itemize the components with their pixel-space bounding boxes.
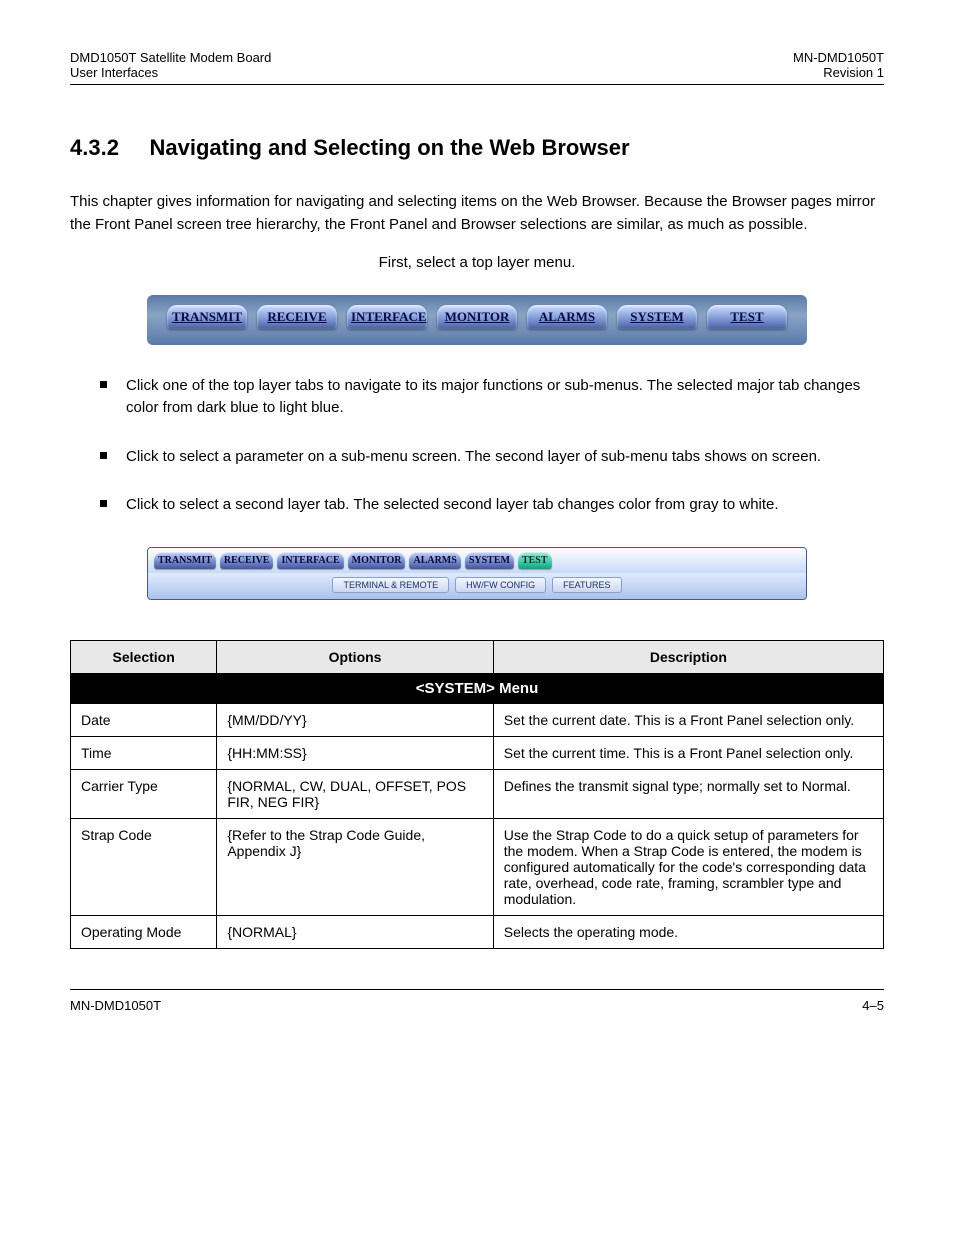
navbar-primary-small: TRANSMIT RECEIVE INTERFACE MONITOR ALARM… [147,547,807,600]
tab2-receive[interactable]: RECEIVE [220,552,274,569]
cell-desc: Set the current date. This is a Front Pa… [493,703,883,736]
hdr-right-2: Revision 1 [793,65,884,80]
cell-desc: Set the current time. This is a Front Pa… [493,736,883,769]
col-desc: Description [493,640,883,673]
bullet-2: Click to select a parameter on a sub-men… [100,446,884,469]
cell-sel: Operating Mode [71,915,217,948]
section-title: Navigating and Selecting on the Web Brow… [150,135,630,160]
img1-caption: First, select a top layer menu. [70,252,884,275]
table-title: <SYSTEM> Menu [71,673,884,703]
navbar-small-row2: TERMINAL & REMOTE HW/FW CONFIG FEATURES [148,573,806,599]
tab-monitor[interactable]: MONITOR [437,305,517,329]
tab-alarms[interactable]: ALARMS [527,305,607,329]
hdr-rule [70,84,884,85]
tab-transmit[interactable]: TRANSMIT [167,305,247,329]
subtab-terminal[interactable]: TERMINAL & REMOTE [332,577,449,593]
system-menu-table: <SYSTEM> Menu Selection Options Descript… [70,640,884,949]
footer-right: 4–5 [862,998,884,1013]
tab2-interface[interactable]: INTERFACE [277,552,343,569]
subtab-features[interactable]: FEATURES [552,577,621,593]
table-row: Carrier Type {NORMAL, CW, DUAL, OFFSET, … [71,769,884,818]
hdr-left-2: User Interfaces [70,65,271,80]
tab2-monitor[interactable]: MONITOR [348,552,406,569]
tab2-alarms[interactable]: ALARMS [409,552,460,569]
bullet-1: Click one of the top layer tabs to navig… [100,375,884,420]
table-row: Operating Mode {NORMAL} Selects the oper… [71,915,884,948]
tab-receive[interactable]: RECEIVE [257,305,337,329]
cell-desc: Use the Strap Code to do a quick setup o… [493,818,883,915]
cell-sel: Carrier Type [71,769,217,818]
section-number: 4.3.2 [70,135,119,160]
bullet-3: Click to select a second layer tab. The … [100,494,884,517]
cell-sel: Time [71,736,217,769]
section-heading: 4.3.2 Navigating and Selecting on the We… [70,135,884,161]
col-options: Options [217,640,493,673]
instruction-list: Click one of the top layer tabs to navig… [70,375,884,517]
hdr-left-1: DMD1050T Satellite Modem Board [70,50,271,65]
navbar-primary-large: TRANSMIT RECEIVE INTERFACE MONITOR ALARM… [147,295,807,345]
tab2-transmit[interactable]: TRANSMIT [154,552,216,569]
intro-para: This chapter gives information for navig… [70,191,884,236]
hdr-right-1: MN-DMD1050T [793,50,884,65]
cell-opt: {HH:MM:SS} [217,736,493,769]
tab-interface[interactable]: INTERFACE [347,305,427,329]
tab2-system[interactable]: SYSTEM [465,552,514,569]
cell-sel: Date [71,703,217,736]
cell-desc: Defines the transmit signal type; normal… [493,769,883,818]
cell-opt: {NORMAL} [217,915,493,948]
table-row: Date {MM/DD/YY} Set the current date. Th… [71,703,884,736]
col-selection: Selection [71,640,217,673]
subtab-hwfw[interactable]: HW/FW CONFIG [455,577,546,593]
tab-test[interactable]: TEST [707,305,787,329]
cell-desc: Selects the operating mode. [493,915,883,948]
cell-opt: {Refer to the Strap Code Guide, Appendix… [217,818,493,915]
footer-left: MN-DMD1050T [70,998,161,1013]
tab2-test[interactable]: TEST [518,552,552,569]
table-row: Strap Code {Refer to the Strap Code Guid… [71,818,884,915]
navbar-small-row1: TRANSMIT RECEIVE INTERFACE MONITOR ALARM… [148,548,806,573]
tab-system[interactable]: SYSTEM [617,305,697,329]
table-row: Time {HH:MM:SS} Set the current time. Th… [71,736,884,769]
cell-opt: {MM/DD/YY} [217,703,493,736]
cell-opt: {NORMAL, CW, DUAL, OFFSET, POS FIR, NEG … [217,769,493,818]
cell-sel: Strap Code [71,818,217,915]
